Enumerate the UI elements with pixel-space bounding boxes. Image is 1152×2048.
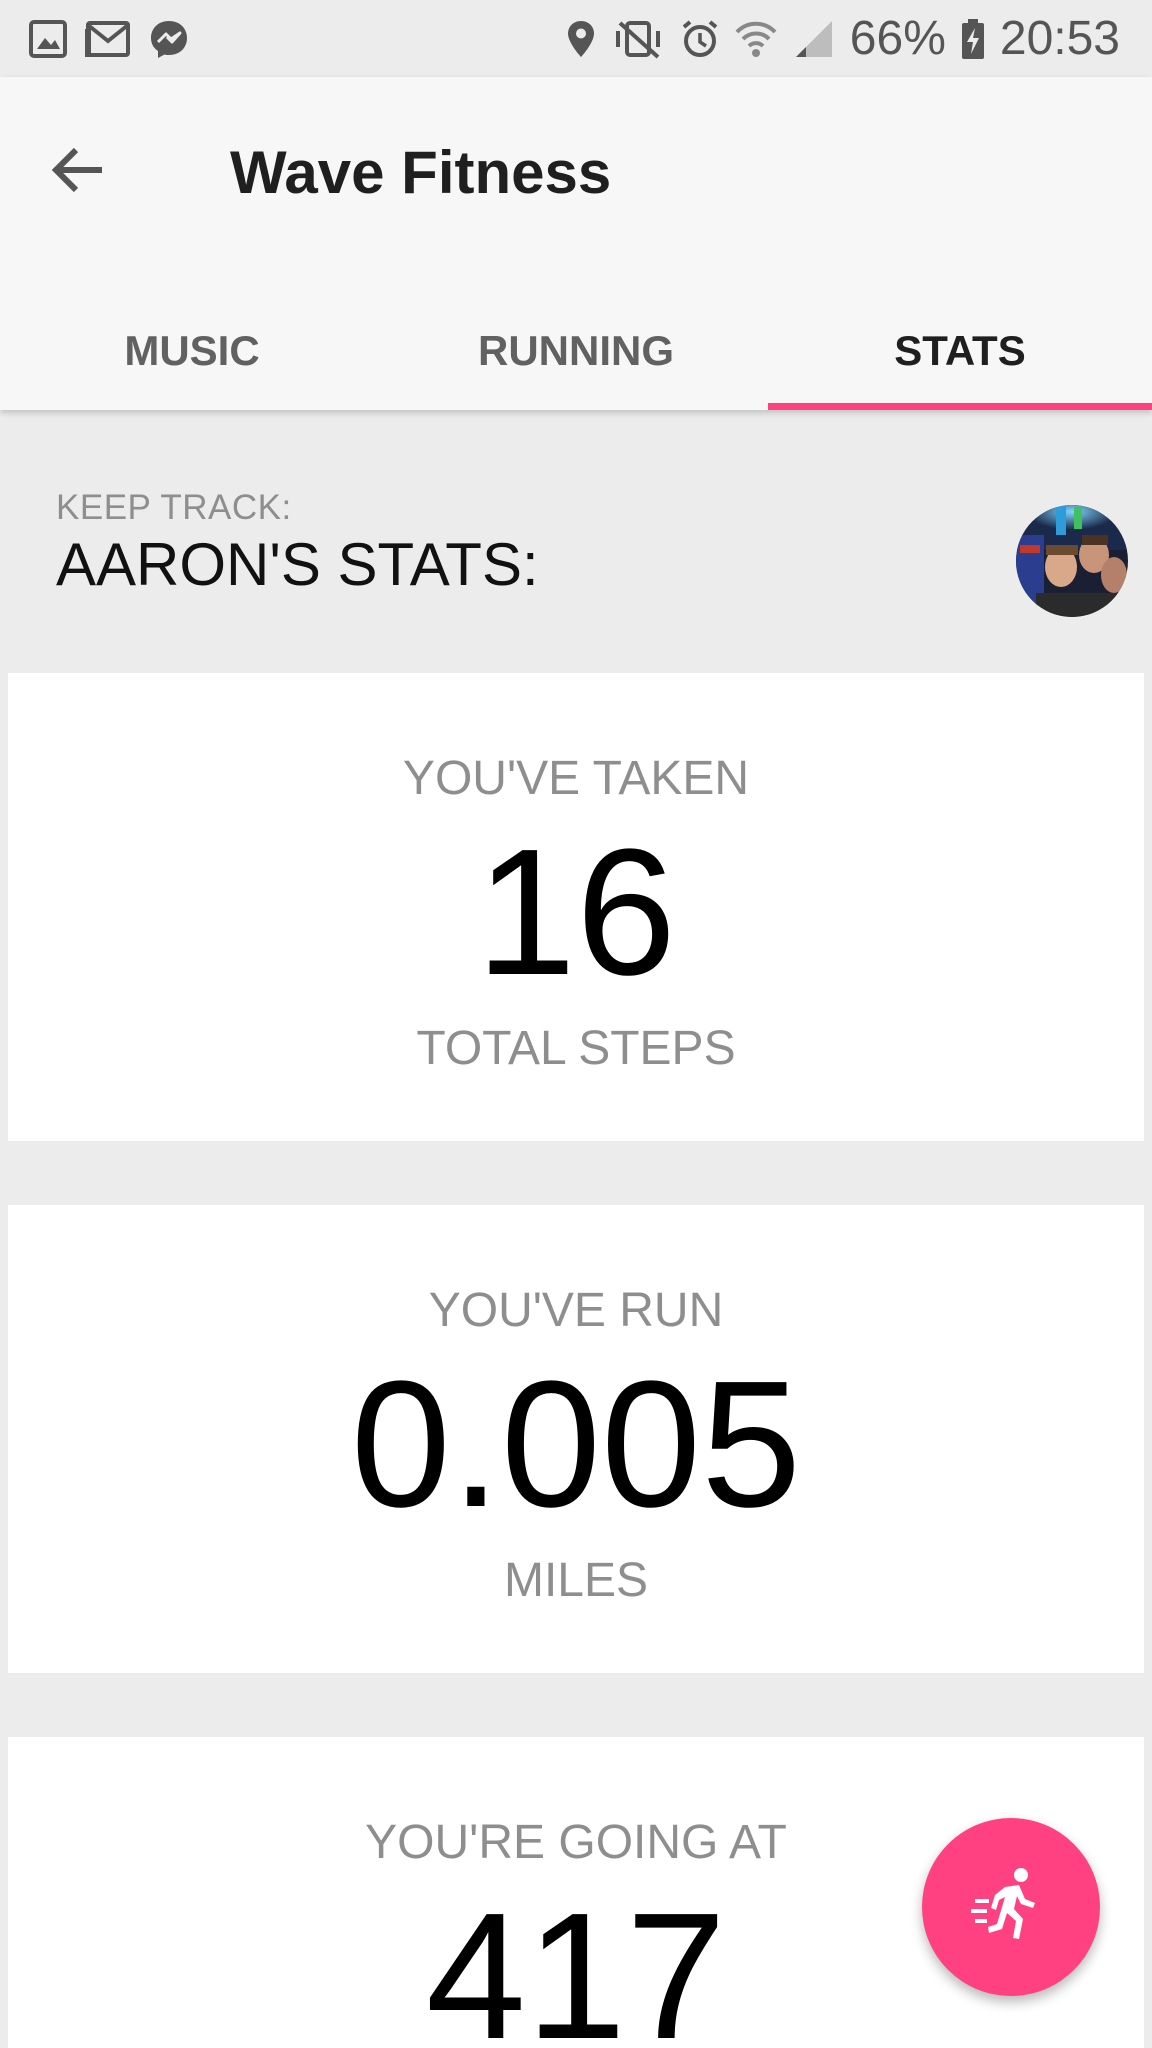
gallery-icon (28, 19, 68, 59)
tab-running[interactable]: RUNNING (384, 292, 768, 410)
tab-active-indicator (768, 403, 1152, 410)
stat-unit: MILES (503, 1554, 649, 1607)
cellular-signal-icon (792, 19, 836, 59)
wifi-icon (734, 19, 778, 59)
battery-charging-icon (960, 18, 986, 60)
alarm-icon (680, 19, 720, 59)
messenger-icon (148, 18, 190, 60)
clock: 20:53 (999, 12, 1120, 65)
back-button[interactable] (38, 132, 118, 212)
header-overline: KEEP TRACK: (56, 488, 292, 527)
tab-stats[interactable]: STATS (768, 292, 1152, 410)
stat-value: 0.005 (350, 1344, 802, 1545)
status-bar-notifications (28, 0, 190, 77)
location-icon (566, 19, 596, 59)
stat-label: YOU'VE RUN (428, 1284, 724, 1337)
vibrate-mute-icon (610, 19, 666, 59)
gmail-icon (84, 19, 132, 59)
stat-unit: TOTAL STEPS (416, 1022, 736, 1075)
start-run-fab[interactable] (922, 1818, 1100, 1996)
stat-card-steps: YOU'VE TAKEN 16 TOTAL STEPS (8, 673, 1144, 1141)
stats-content[interactable]: KEEP TRACK: AARON'S STATS: YOU'VE TAKEN … (8, 410, 1144, 2048)
tab-bar: MUSIC RUNNING STATS (0, 292, 1152, 410)
tab-music[interactable]: MUSIC (0, 292, 384, 410)
header-title: AARON'S STATS: (56, 531, 539, 598)
stat-value: 16 (475, 812, 677, 1013)
tab-music-label: MUSIC (124, 327, 260, 374)
stat-label: YOU'VE TAKEN (402, 752, 750, 805)
stat-card-distance: YOU'VE RUN 0.005 MILES (8, 1205, 1144, 1673)
battery-percent: 66% (849, 12, 946, 65)
arrow-back-icon (50, 142, 106, 203)
running-person-icon (969, 1863, 1053, 1952)
avatar[interactable] (1016, 505, 1128, 617)
tab-stats-label: STATS (894, 327, 1026, 374)
status-bar: 66% 20:53 (0, 0, 1152, 77)
tab-running-label: RUNNING (478, 327, 674, 374)
app-bar: Wave Fitness MUSIC RUNNING STATS (0, 77, 1152, 410)
stats-header: KEEP TRACK: AARON'S STATS: (8, 410, 1144, 673)
status-bar-system: 66% 20:53 (566, 0, 1120, 77)
page-title: Wave Fitness (230, 139, 612, 206)
